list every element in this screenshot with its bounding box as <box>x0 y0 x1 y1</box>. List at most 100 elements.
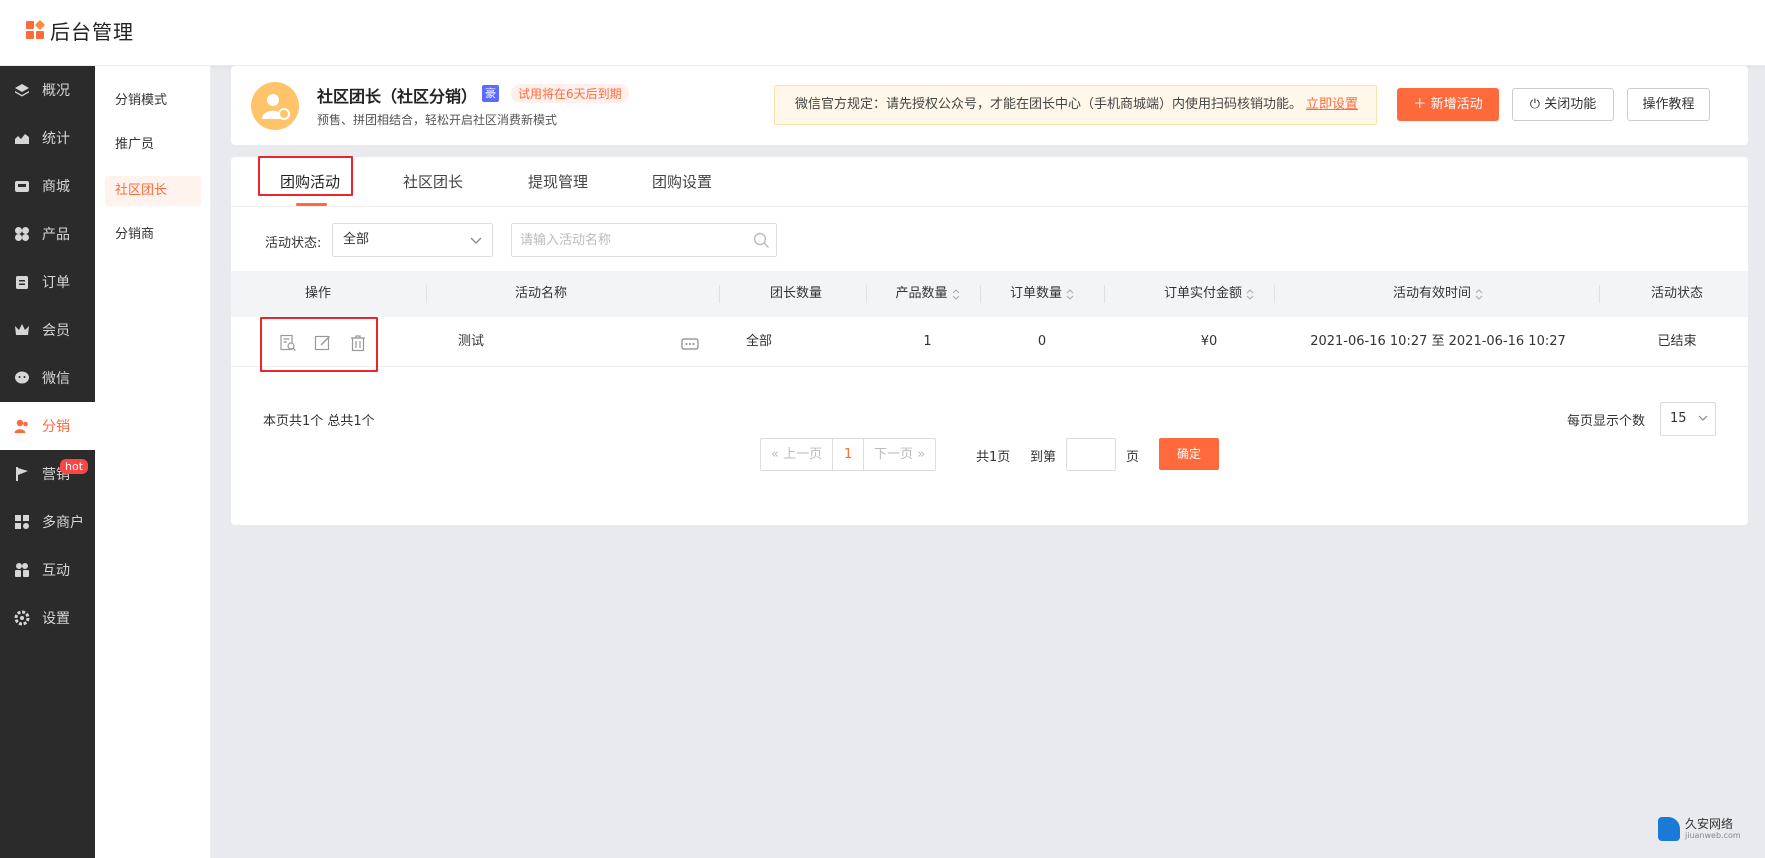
sidebar-item-label: 订单 <box>42 275 70 291</box>
col-order-count-label: 订单数量 <box>1009 286 1062 301</box>
sidebar-item-wechat[interactable]: 微信 <box>0 354 95 402</box>
close-feature-button[interactable]: ⏻ 关闭功能 <box>1512 88 1614 121</box>
logo-icon <box>26 19 46 41</box>
per-page-select[interactable]: 15 <box>1660 402 1716 436</box>
cell-valid-time: 2021-06-16 10:27 至 2021-06-16 10:27 <box>1310 334 1566 349</box>
next-page-button[interactable]: 下一页 » <box>864 439 935 470</box>
sidebar-item-members[interactable]: 会员 <box>0 306 95 354</box>
watermark-logo: 久安网络 jiuanweb.com <box>1658 817 1741 841</box>
notice-setup-link[interactable]: 立即设置 <box>1306 97 1358 112</box>
gear-icon <box>14 610 30 626</box>
close-feature-label: 关闭功能 <box>1544 97 1597 112</box>
prev-page-label: 上一页 <box>783 447 823 462</box>
table-header: 操作 活动名称 团长数量 产品数量 订单数量 订单实付金额 活动有效时间 活动状… <box>231 271 1748 317</box>
people-icon <box>14 562 30 578</box>
module-header: 社区团长（社区分销） 豪 试用将在6天后到期 预售、拼团相结合，轻松开启社区消费… <box>231 66 1748 145</box>
tab-withdrawal[interactable]: 提现管理 <box>528 157 588 207</box>
notice-text: 微信官方规定：请先授权公众号，才能在团长中心（手机商城端）内使用扫码核销功能。 <box>795 97 1303 112</box>
search-input[interactable] <box>512 224 732 256</box>
sort-icon <box>1066 288 1074 300</box>
sidebar-item-label: 商城 <box>42 179 70 195</box>
col-separator <box>1274 285 1275 303</box>
submenu-item-promoter[interactable]: 推广员 <box>105 130 201 160</box>
sidebar-item-label: 概况 <box>42 83 70 99</box>
tab-group-buy-settings[interactable]: 团购设置 <box>652 157 712 207</box>
goto-confirm-button[interactable]: 确定 <box>1159 438 1219 470</box>
tab-community-leader[interactable]: 社区团长 <box>403 157 463 207</box>
cell-order-count: 0 <box>1037 334 1047 349</box>
search-icon[interactable] <box>753 232 770 249</box>
col-order-count[interactable]: 订单数量 <box>986 271 1098 317</box>
col-separator <box>426 285 427 303</box>
submenu-item-distributor[interactable]: 分销商 <box>105 220 201 250</box>
grid-icon <box>14 226 30 242</box>
cell-activity-status: 已结束 <box>1657 334 1697 349</box>
tutorial-button[interactable]: 操作教程 <box>1627 88 1710 121</box>
clipboard-icon <box>14 274 30 290</box>
power-icon: ⏻ <box>1529 97 1545 112</box>
module-description: 预售、拼团相结合，轻松开启社区消费新模式 <box>317 113 558 127</box>
col-leader-count: 团长数量 <box>769 286 822 301</box>
sidebar-item-products[interactable]: 产品 <box>0 210 95 258</box>
per-page-value: 15 <box>1670 411 1687 426</box>
vip-badge: 豪 <box>482 85 499 102</box>
sidebar-item-label: 会员 <box>42 323 70 339</box>
col-separator <box>1599 285 1600 303</box>
trial-badge: 试用将在6天后到期 <box>511 84 629 103</box>
goto-label: 到第 <box>1030 450 1057 465</box>
double-chevron-left-icon: « <box>771 447 784 462</box>
status-select[interactable]: 全部 <box>332 223 493 257</box>
module-title: 社区团长（社区分销） <box>317 87 478 106</box>
cell-product-count: 1 <box>923 334 932 349</box>
col-valid-time-label: 活动有效时间 <box>1392 286 1471 301</box>
sidebar-item-interaction[interactable]: 互动 <box>0 546 95 594</box>
comment-icon[interactable] <box>681 335 699 353</box>
active-tab-indicator <box>296 203 327 206</box>
col-separator <box>719 285 720 303</box>
add-activity-label: 新增活动 <box>1430 97 1483 112</box>
prev-page-button[interactable]: « 上一页 <box>761 439 832 470</box>
sidebar-item-distribution[interactable]: 分销 <box>0 402 95 450</box>
col-activity-status: 活动状态 <box>1650 286 1703 301</box>
activity-panel: 团购活动 社区团长 提现管理 团购设置 活动状态: 全部 操作 活动名称 团长数… <box>231 156 1748 525</box>
col-valid-time[interactable]: 活动有效时间 <box>1277 271 1599 317</box>
sort-icon <box>952 288 959 300</box>
cell-leader-count: 全部 <box>745 334 772 349</box>
top-header: 后台管理 <box>0 0 1765 66</box>
watermark-icon <box>1658 817 1680 841</box>
submenu-item-distribution-mode[interactable]: 分销模式 <box>105 86 201 116</box>
sidebar-item-store[interactable]: 商城 <box>0 162 95 210</box>
status-filter-label: 活动状态: <box>265 236 322 251</box>
sidebar-item-settings[interactable]: 设置 <box>0 594 95 642</box>
sidebar-item-label: 分销 <box>42 419 70 435</box>
col-product-count[interactable]: 产品数量 <box>871 271 984 317</box>
col-product-count-label: 产品数量 <box>895 286 948 301</box>
chart-icon <box>14 130 30 146</box>
wechat-notice: 微信官方规定：请先授权公众号，才能在团长中心（手机商城端）内使用扫码核销功能。立… <box>774 85 1377 125</box>
sidebar-item-multi-merchant[interactable]: 多商户 <box>0 498 95 546</box>
crown-icon <box>14 322 30 338</box>
table-row: 测试 全部 1 0 ¥0 2021-06-16 10:27 至 2021-06-… <box>231 317 1748 367</box>
page-number-current[interactable]: 1 <box>832 439 865 470</box>
store-icon <box>14 178 30 194</box>
hot-badge: hot <box>60 459 89 474</box>
sidebar-item-statistics[interactable]: 统计 <box>0 114 95 162</box>
module-avatar <box>251 82 299 130</box>
double-chevron-right-icon: » <box>913 447 926 462</box>
add-activity-button[interactable]: ＋ 新增活动 <box>1397 88 1499 121</box>
chevron-down-icon <box>470 237 482 244</box>
app-logo[interactable]: 后台管理 <box>26 16 134 45</box>
plus-icon: ＋ <box>1413 97 1431 112</box>
activity-search <box>511 223 777 257</box>
sidebar-item-marketing[interactable]: 营销 <box>0 450 95 498</box>
sidebar-item-label: 设置 <box>42 611 70 627</box>
submenu-item-community-leader[interactable]: 社区团长 <box>105 176 201 206</box>
cell-activity-name: 测试 <box>457 334 484 349</box>
sidebar-item-orders[interactable]: 订单 <box>0 258 95 306</box>
sort-icon <box>1246 288 1254 300</box>
col-separator <box>866 285 867 303</box>
shop-icon <box>14 514 30 530</box>
sidebar-item-overview[interactable]: 概况 <box>0 66 95 114</box>
goto-page-input[interactable] <box>1066 438 1116 471</box>
highlight-box-actions <box>260 317 378 372</box>
